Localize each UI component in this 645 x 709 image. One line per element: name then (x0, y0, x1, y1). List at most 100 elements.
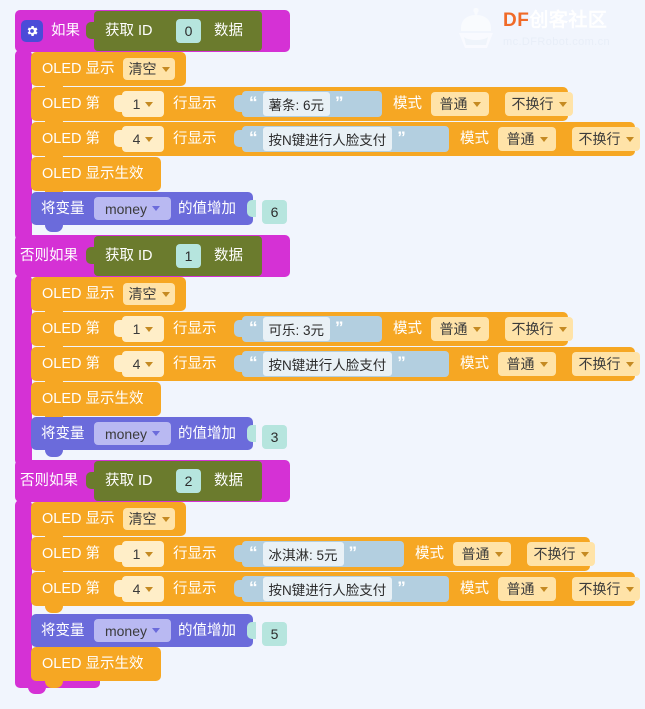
oled-line-block-1b[interactable]: OLED 第 4 行显示 “ 按N键进行人脸支付 ” 模式 普通 不换行 (31, 122, 640, 163)
variable-change-block-1[interactable]: 将变量 money 的值增加 (31, 192, 256, 232)
oled-wrap-dropdown-3b[interactable]: 不换行 (572, 577, 640, 601)
variable-change-label-b-2: 的值增加 (178, 426, 236, 442)
oled-mode-dropdown-2b[interactable]: 普通 (498, 352, 556, 376)
id-value-field-2[interactable]: 1 (176, 244, 201, 268)
elseif-keyword-label-2: 否则如果 (20, 248, 78, 264)
oled-line-number-value-2a: 1 (132, 321, 141, 337)
oled-effect-label-2: OLED 显示生效 (42, 391, 144, 407)
oled-line-label-a-3a: OLED 第 (42, 546, 101, 562)
oled-line-block-3a[interactable]: OLED 第 1 行显示 “ 冰淇淋: 5元 ” 模式 普通 不换行 (31, 537, 595, 578)
oled-effect-block-2[interactable]: OLED 显示生效 (31, 382, 161, 423)
chevron-down-icon (472, 101, 481, 107)
oled-line-number-value-1b: 4 (132, 131, 141, 147)
oled-effect-label-3: OLED 显示生效 (42, 656, 144, 672)
oled-display-mode-dropdown-3[interactable]: 清空 (123, 508, 175, 530)
chevron-down-icon (145, 326, 154, 332)
variable-amount-field-1[interactable]: 6 (262, 200, 287, 224)
chevron-down-icon (161, 516, 170, 522)
oled-wrap-dropdown-3a[interactable]: 不换行 (527, 542, 595, 566)
oled-wrap-dropdown-1b[interactable]: 不换行 (572, 127, 640, 151)
oled-line-label-a-2a: OLED 第 (42, 321, 101, 337)
oled-wrap-value-2a: 不换行 (511, 321, 554, 337)
oled-line-number-dropdown-3a[interactable]: 1 (122, 541, 164, 567)
gear-icon[interactable] (21, 20, 43, 42)
get-id-data-block-1[interactable]: 获取 ID 0 数据 (94, 11, 262, 51)
oled-line-label-b-1b: 行显示 (173, 131, 217, 147)
quote-close-icon: ” (397, 578, 406, 597)
oled-mode-value-3a: 普通 (461, 546, 490, 562)
oled-wrap-dropdown-2b[interactable]: 不换行 (572, 352, 640, 376)
oled-text-value-1b: 按N键进行人脸支付 (262, 127, 393, 151)
get-id-data-block-3[interactable]: 获取 ID 2 数据 (94, 461, 262, 501)
oled-effect-label-1: OLED 显示生效 (42, 166, 144, 182)
oled-text-field-2a[interactable]: “ 可乐: 3元 ” (242, 316, 382, 342)
variable-name-dropdown-3[interactable]: money (94, 619, 171, 642)
oled-line-number-dropdown-2b[interactable]: 4 (122, 351, 164, 377)
variable-name-dropdown-2[interactable]: money (94, 422, 171, 445)
blockly-workspace[interactable]: 如果 获取 ID 0 数据 OLED 显示 清空 OLED 第 1 行显示 “ … (0, 0, 645, 709)
oled-display-mode-value-1: 清空 (128, 61, 157, 77)
oled-mode-dropdown-1a[interactable]: 普通 (431, 92, 489, 116)
get-id-suffix-label-2: 数据 (214, 248, 243, 264)
oled-text-field-3a[interactable]: “ 冰淇淋: 5元 ” (242, 541, 404, 567)
oled-mode-dropdown-3b[interactable]: 普通 (498, 577, 556, 601)
oled-text-field-1b[interactable]: “ 按N键进行人脸支付 ” (242, 126, 449, 152)
oled-mode-dropdown-3a[interactable]: 普通 (453, 542, 511, 566)
oled-text-value-1a: 薯条: 6元 (262, 92, 331, 116)
oled-effect-block-1[interactable]: OLED 显示生效 (31, 157, 161, 198)
id-value-field-1[interactable]: 0 (176, 19, 201, 43)
oled-mode-dropdown-2a[interactable]: 普通 (431, 317, 489, 341)
oled-wrap-dropdown-2a[interactable]: 不换行 (505, 317, 573, 341)
chevron-down-icon (539, 136, 548, 142)
oled-line-number-dropdown-1b[interactable]: 4 (122, 126, 164, 152)
block-notch (45, 606, 63, 613)
chevron-down-icon (625, 361, 634, 367)
chevron-down-icon (152, 431, 161, 436)
chevron-down-icon (161, 291, 170, 297)
oled-line-block-2b[interactable]: OLED 第 4 行显示 “ 按N键进行人脸支付 ” 模式 普通 不换行 (31, 347, 640, 388)
oled-mode-value-1a: 普通 (439, 96, 468, 112)
oled-text-field-3b[interactable]: “ 按N键进行人脸支付 ” (242, 576, 449, 602)
oled-mode-dropdown-1b[interactable]: 普通 (498, 127, 556, 151)
oled-display-block-3[interactable]: OLED 显示 清空 (31, 502, 186, 543)
oled-mode-value-3b: 普通 (506, 581, 535, 597)
chevron-down-icon (145, 361, 154, 367)
oled-line-block-1a[interactable]: OLED 第 1 行显示 “ 薯条: 6元 ” 模式 普通 不换行 (31, 87, 573, 128)
quote-close-icon: ” (397, 353, 406, 372)
oled-line-block-2a[interactable]: OLED 第 1 行显示 “ 可乐: 3元 ” 模式 普通 不换行 (31, 312, 573, 353)
variable-amount-field-3[interactable]: 5 (262, 622, 287, 646)
oled-text-field-2b[interactable]: “ 按N键进行人脸支付 ” (242, 351, 449, 377)
variable-change-block-2[interactable]: 将变量 money 的值增加 (31, 417, 256, 457)
oled-wrap-dropdown-1a[interactable]: 不换行 (505, 92, 573, 116)
chevron-down-icon (145, 101, 154, 107)
chevron-down-icon (152, 628, 161, 633)
variable-name-dropdown-1[interactable]: money (94, 197, 171, 220)
variable-amount-field-2[interactable]: 3 (262, 425, 287, 449)
oled-line-number-dropdown-3b[interactable]: 4 (122, 576, 164, 602)
oled-mode-label-3a: 模式 (415, 546, 444, 562)
oled-effect-block-3[interactable]: OLED 显示生效 (31, 647, 161, 688)
id-value-field-3[interactable]: 2 (176, 469, 201, 493)
oled-wrap-value-3b: 不换行 (578, 581, 621, 597)
oled-line-number-dropdown-2a[interactable]: 1 (122, 316, 164, 342)
oled-line-block-3b[interactable]: OLED 第 4 行显示 “ 按N键进行人脸支付 ” 模式 普通 不换行 (31, 572, 640, 613)
quote-close-icon: ” (335, 318, 344, 337)
oled-mode-value-1b: 普通 (506, 131, 535, 147)
oled-display-block-2[interactable]: OLED 显示 清空 (31, 277, 186, 318)
variable-change-block-3[interactable]: 将变量 money 的值增加 (31, 614, 256, 654)
oled-display-mode-dropdown-1[interactable]: 清空 (123, 58, 175, 80)
oled-display-label-3: OLED 显示 (42, 511, 115, 527)
oled-text-value-2b: 按N键进行人脸支付 (262, 352, 393, 376)
oled-text-field-1a[interactable]: “ 薯条: 6元 ” (242, 91, 382, 117)
quote-open-icon: “ (249, 353, 258, 372)
chevron-down-icon (625, 586, 634, 592)
oled-display-block-1[interactable]: OLED 显示 清空 (31, 52, 186, 93)
variable-name-value-3: money (104, 622, 148, 639)
chevron-down-icon (145, 136, 154, 142)
oled-line-number-dropdown-1a[interactable]: 1 (122, 91, 164, 117)
oled-display-mode-dropdown-2[interactable]: 清空 (123, 283, 175, 305)
oled-mode-value-2a: 普通 (439, 321, 468, 337)
get-id-data-block-2[interactable]: 获取 ID 1 数据 (94, 236, 262, 276)
oled-text-value-3a: 冰淇淋: 5元 (262, 542, 344, 566)
variable-name-value-1: money (104, 200, 148, 217)
